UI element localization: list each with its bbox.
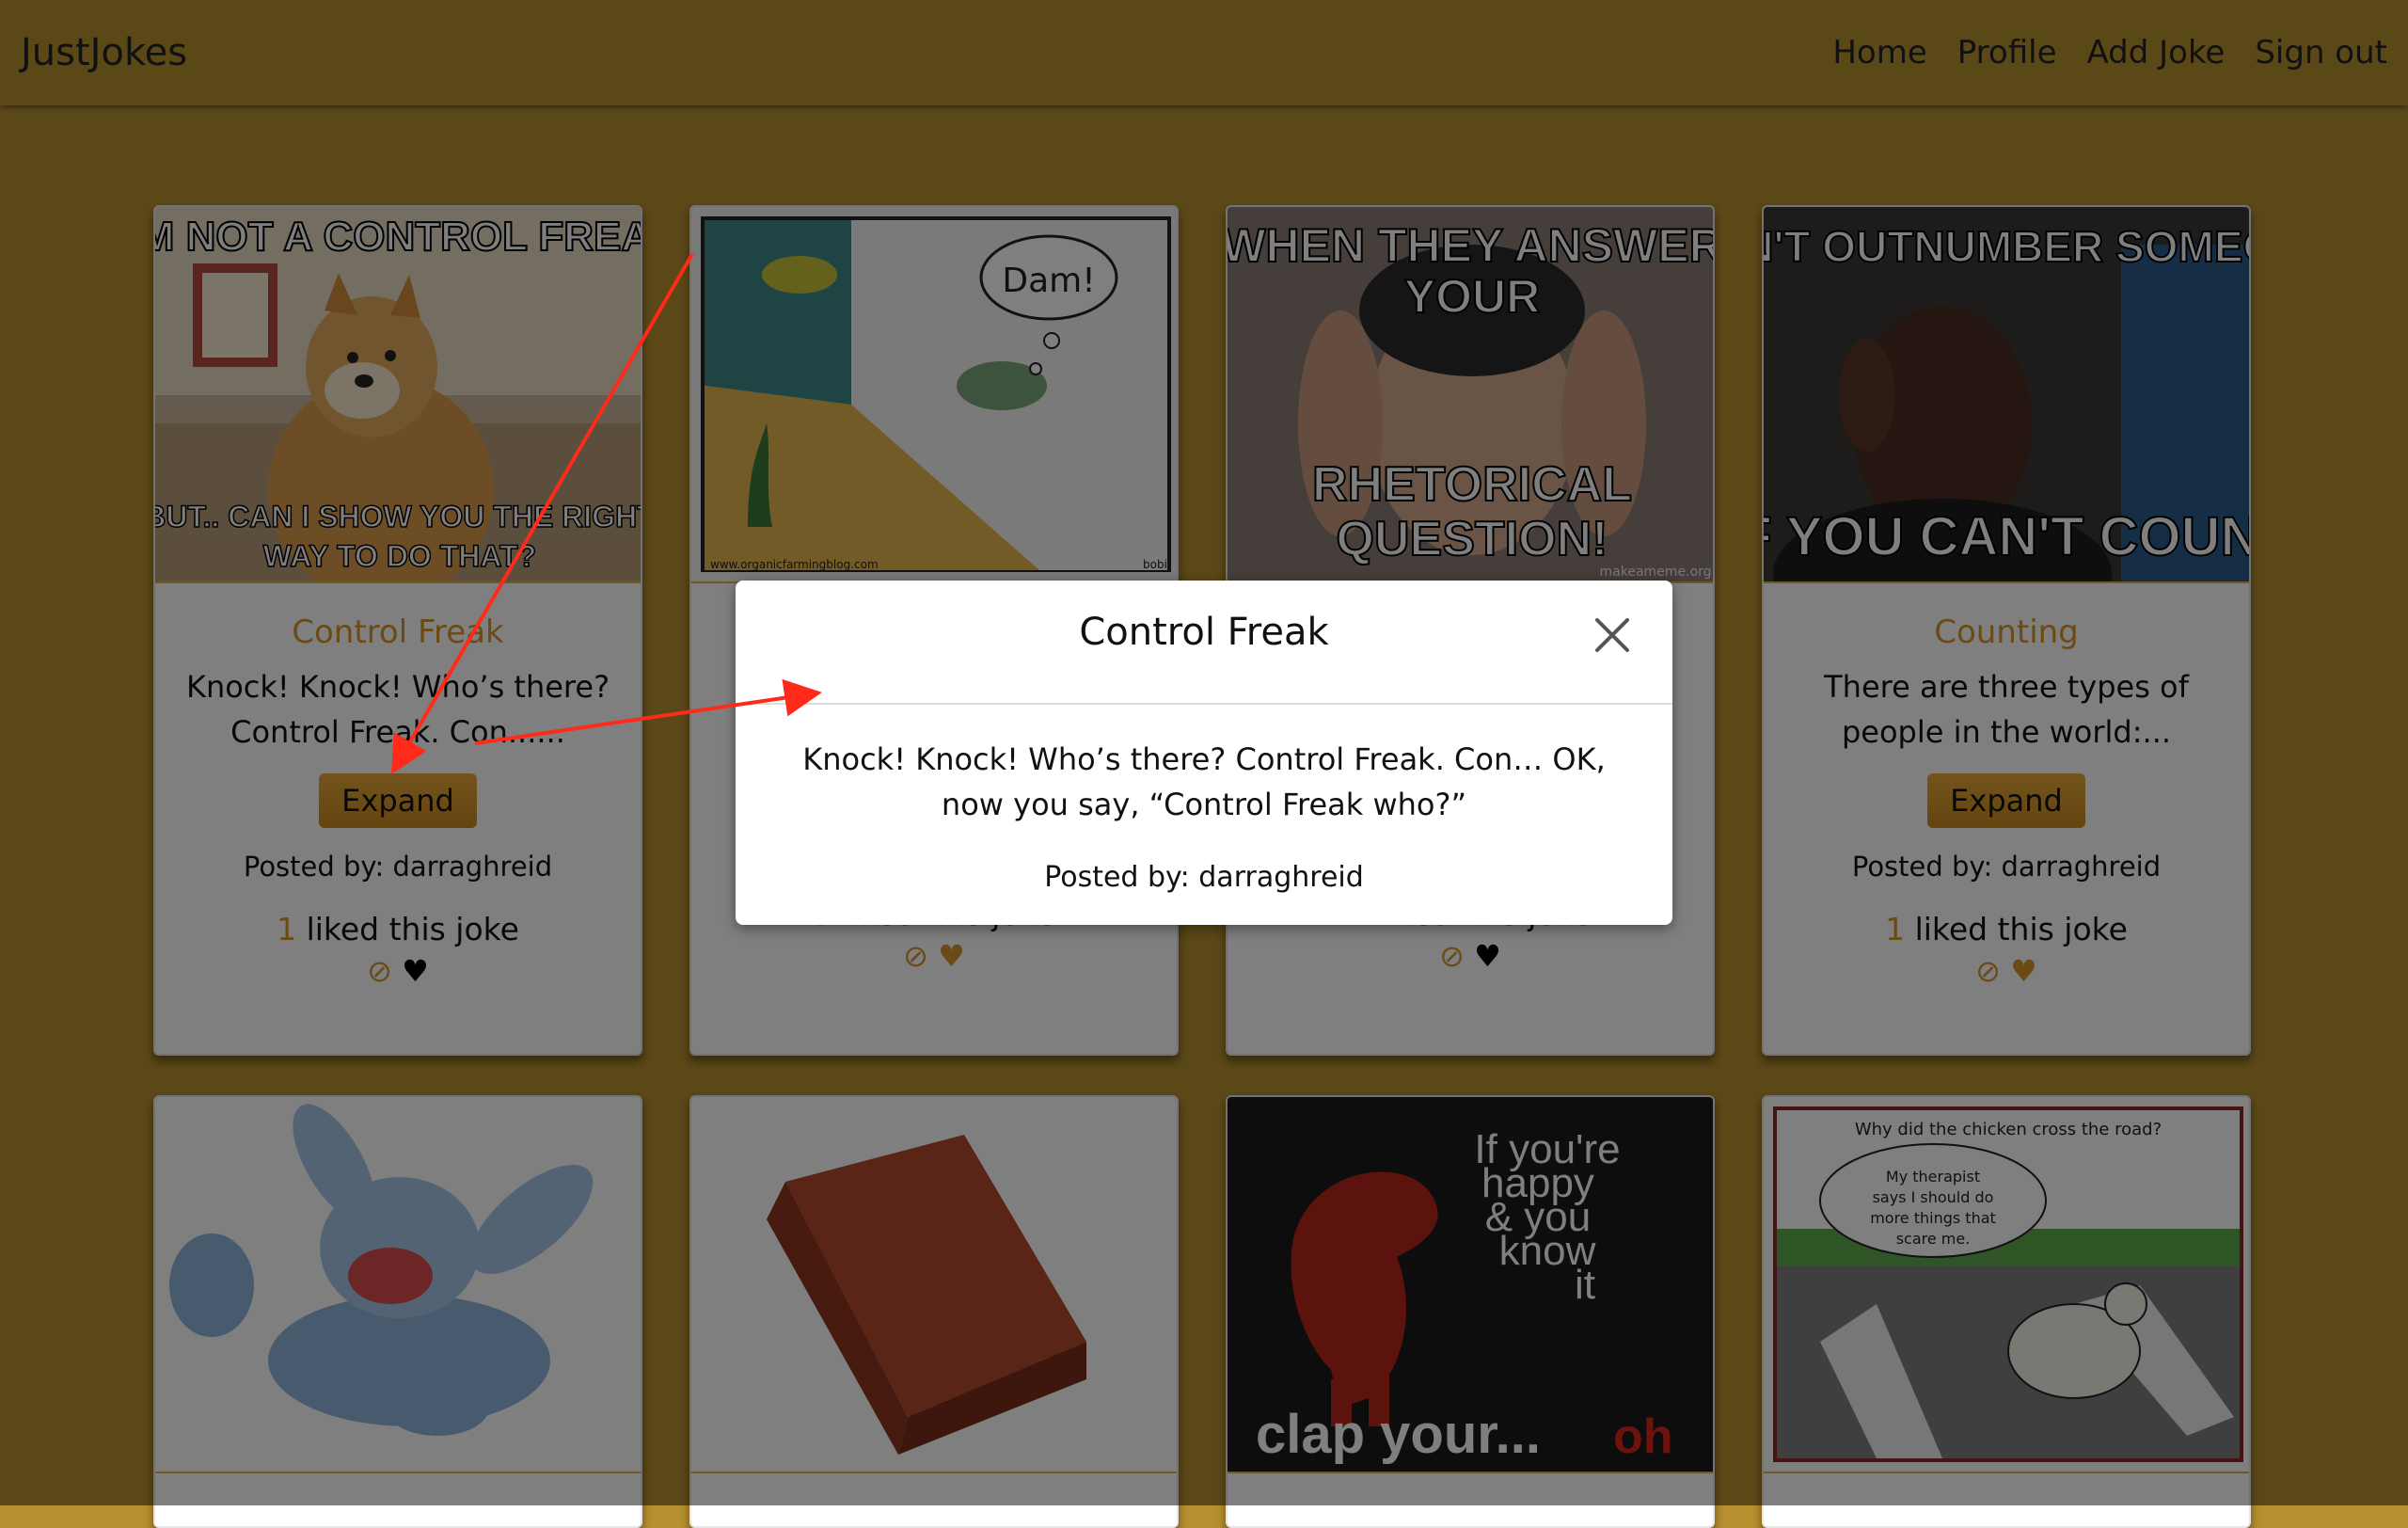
modal-joke-text: Knock! Knock! Who’s there? Control Freak… [802,741,1606,822]
modal-posted-by: Posted by: darraghreid [1044,861,1364,894]
modal-header: Control Freak [736,581,1672,705]
modal-body: Knock! Knock! Who’s there? Control Freak… [736,705,1672,894]
modal-title: Control Freak [1079,611,1329,654]
close-icon[interactable] [1593,616,1631,654]
joke-modal: Control Freak Knock! Knock! Who’s there?… [736,581,1672,925]
